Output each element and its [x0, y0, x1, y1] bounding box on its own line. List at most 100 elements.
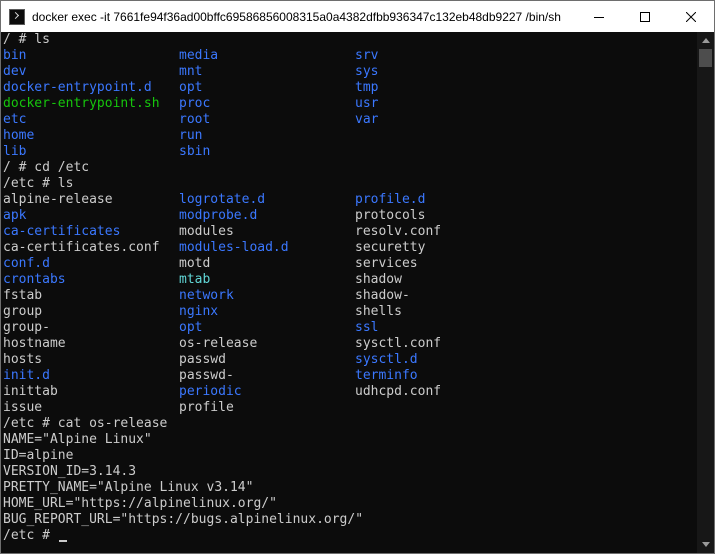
terminal-window: docker exec -it 7661fe94f36ad00bffc69586… — [0, 0, 715, 554]
terminal-line: VERSION_ID=3.14.3 — [1, 464, 697, 480]
listing-entry: var — [355, 112, 379, 127]
output-text: VERSION_ID=3.14.3 — [3, 464, 137, 479]
listing-entry: udhcpd.conf — [355, 384, 442, 399]
terminal-line: conf.d motd services — [1, 256, 697, 272]
vertical-scrollbar[interactable] — [697, 32, 714, 553]
listing-entry: hosts — [3, 352, 43, 367]
listing-entry: protocols — [355, 208, 426, 223]
listing-entry: ssl — [355, 320, 379, 335]
listing-entry: docker-entrypoint.d — [3, 80, 152, 95]
terminal-line: dev mnt sys — [1, 64, 697, 80]
terminal-line: inittab periodic udhcpd.conf — [1, 384, 697, 400]
terminal-line: etc root var — [1, 112, 697, 128]
output-text: PRETTY_NAME="Alpine Linux v3.14" — [3, 480, 254, 495]
listing-entry: fstab — [3, 288, 43, 303]
listing-entry: services — [355, 256, 418, 271]
listing-entry: bin — [3, 48, 27, 63]
listing-entry: modules-load.d — [179, 240, 289, 255]
listing-entry: dev — [3, 64, 27, 79]
terminal-line: ID=alpine — [1, 448, 697, 464]
close-icon — [686, 11, 696, 22]
maximize-icon — [640, 11, 650, 22]
listing-entry: init.d — [3, 368, 50, 383]
output-text: HOME_URL="https://alpinelinux.org/" — [3, 496, 277, 511]
listing-entry: profile — [179, 400, 234, 415]
listing-entry: securetty — [355, 240, 426, 255]
listing-entry: ca-certificates.conf — [3, 240, 160, 255]
listing-entry: terminfo — [355, 368, 418, 383]
output-text: NAME="Alpine Linux" — [3, 432, 152, 447]
listing-entry: run — [179, 128, 203, 143]
terminal-line: PRETTY_NAME="Alpine Linux v3.14" — [1, 480, 697, 496]
terminal-line: /etc # ls — [1, 176, 697, 192]
listing-entry: opt — [179, 80, 203, 95]
listing-entry: shadow — [355, 272, 402, 287]
listing-entry: hostname — [3, 336, 66, 351]
window-title: docker exec -it 7661fe94f36ad00bffc69586… — [32, 9, 561, 24]
terminal-line: issue profile — [1, 400, 697, 416]
scroll-down-button[interactable] — [697, 536, 714, 553]
listing-entry: mnt — [179, 64, 203, 79]
terminal-line: fstab network shadow- — [1, 288, 697, 304]
terminal-line: NAME="Alpine Linux" — [1, 432, 697, 448]
listing-entry: shadow- — [355, 288, 410, 303]
output-text: /etc # ls — [3, 176, 74, 191]
listing-entry: sys — [355, 64, 379, 79]
prompt-text: /etc # — [3, 528, 58, 543]
terminal-line: lib sbin — [1, 144, 697, 160]
scroll-thumb[interactable] — [699, 49, 712, 67]
listing-entry: shells — [355, 304, 402, 319]
maximize-button[interactable] — [622, 1, 668, 32]
terminal-line: group-opt ssl — [1, 320, 697, 336]
listing-entry: tmp — [355, 80, 379, 95]
terminal-line: hosts passwd sysctl.d — [1, 352, 697, 368]
output-text: ID=alpine — [3, 448, 74, 463]
listing-entry: apk — [3, 208, 27, 223]
terminal-line: init.d passwd-terminfo — [1, 368, 697, 384]
arrow-down-icon — [701, 542, 710, 547]
listing-entry: passwd- — [179, 368, 234, 383]
listing-entry: docker-entrypoint.sh — [3, 96, 160, 111]
text-cursor — [58, 540, 67, 542]
terminal-line: ca-certificates modules resolv.conf — [1, 224, 697, 240]
listing-entry: conf.d — [3, 256, 50, 271]
close-button[interactable] — [668, 1, 714, 32]
listing-entry: mtab — [179, 272, 211, 287]
listing-entry: group- — [3, 320, 50, 335]
output-text: / # ls — [3, 32, 50, 47]
listing-entry: proc — [179, 96, 211, 111]
terminal-line: ca-certificates.conf modules-load.d secure… — [1, 240, 697, 256]
listing-entry: periodic — [179, 384, 242, 399]
listing-entry: group — [3, 304, 43, 319]
minimize-button[interactable] — [576, 1, 622, 32]
listing-entry: passwd — [179, 352, 226, 367]
listing-entry: nginx — [179, 304, 219, 319]
terminal-line: /etc # cat os-release — [1, 416, 697, 432]
listing-entry: modprobe.d — [179, 208, 258, 223]
listing-entry: issue — [3, 400, 43, 415]
listing-entry: media — [179, 48, 219, 63]
listing-entry: opt — [179, 320, 203, 335]
terminal-line: / # ls — [1, 32, 697, 48]
listing-entry: usr — [355, 96, 379, 111]
terminal-line: BUG_REPORT_URL="https://bugs.alpinelinux… — [1, 512, 697, 528]
listing-entry: modules — [179, 224, 234, 239]
terminal-line: home run — [1, 128, 697, 144]
output-text: BUG_REPORT_URL="https://bugs.alpinelinux… — [3, 512, 364, 527]
title-bar[interactable]: docker exec -it 7661fe94f36ad00bffc69586… — [1, 1, 714, 32]
listing-entry: crontabs — [3, 272, 66, 287]
listing-entry: sysctl.d — [355, 352, 418, 367]
listing-entry: etc — [3, 112, 27, 127]
listing-entry: os-release — [179, 336, 258, 351]
terminal-output[interactable]: / # ls bin media srv dev mnt sys docker-entrypo… — [1, 32, 697, 553]
terminal-line: bin media srv — [1, 48, 697, 64]
listing-entry: sysctl.conf — [355, 336, 442, 351]
output-text: /etc # cat os-release — [3, 416, 168, 431]
listing-entry: alpine-release — [3, 192, 113, 207]
terminal-line: group nginx shells — [1, 304, 697, 320]
listing-entry: network — [179, 288, 234, 303]
listing-entry: home — [3, 128, 35, 143]
listing-entry: root — [179, 112, 211, 127]
scroll-up-button[interactable] — [697, 32, 714, 49]
listing-entry: logrotate.d — [179, 192, 266, 207]
